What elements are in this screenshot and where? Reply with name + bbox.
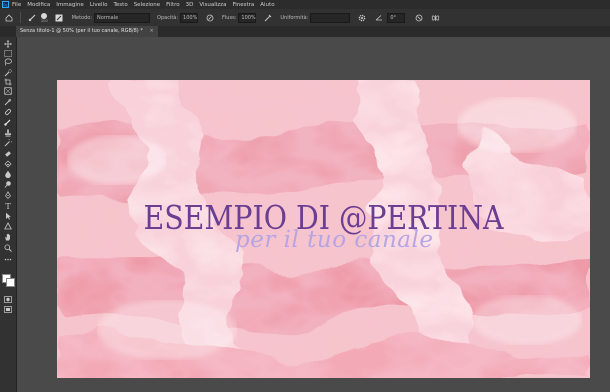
angle-value: 0° [390,14,397,21]
flow-label: Fluss: [222,14,237,21]
marquee-tool-icon[interactable] [3,49,13,57]
smoothing-label: Uniformità: [280,14,309,21]
lasso-tool-icon[interactable] [3,58,13,66]
symmetry-butterfly-icon[interactable] [431,13,440,22]
type-tool-icon[interactable]: T [3,202,13,211]
screen-mode-icon[interactable] [3,305,13,313]
brush-preset-icon[interactable] [28,13,37,22]
eraser-tool-icon[interactable] [3,150,13,158]
menu-modifica[interactable]: Modifica [27,2,50,8]
background-color-swatch[interactable] [6,278,15,287]
document-tab-bar: Senza titolo-1 @ 50% (per il tuo canale,… [0,26,610,37]
opacity-input[interactable]: 100% [180,12,199,23]
brush-settings-panel-icon[interactable] [55,13,64,22]
crop-tool-icon[interactable] [3,78,13,86]
smoothing-input[interactable] [310,12,351,23]
menu-selezione[interactable]: Selezione [134,2,160,8]
brush-angle-icon[interactable] [374,13,383,22]
opacity-value: 100% [183,14,198,21]
brush-tool-icon[interactable] [3,118,13,126]
menu-visualizza[interactable]: Visualizza [199,2,226,8]
airbrush-icon[interactable] [263,13,272,22]
smoothing-settings-gear-icon[interactable] [357,13,366,22]
zoom-tool-icon[interactable] [3,244,13,252]
flow-value: 100% [241,14,256,21]
history-brush-tool-icon[interactable] [3,139,13,147]
eyedropper-tool-icon[interactable] [3,98,13,106]
menu-file[interactable]: File [12,2,21,8]
brush-size-picker[interactable]: 200 [41,12,48,23]
separator [20,12,21,23]
more-tools-icon[interactable] [3,255,13,263]
angle-input[interactable]: 0° [387,12,406,23]
menu-finestra[interactable]: Finestra [232,2,254,8]
menu-testo[interactable]: Testo [113,2,127,8]
menu-3d[interactable]: 3D [186,2,194,8]
menu-livello[interactable]: Livello [90,2,108,8]
move-tool-icon[interactable] [3,40,13,48]
gradient-tool-icon[interactable] [3,160,13,168]
flow-input[interactable]: 100% [238,12,257,23]
tools-panel: T [0,37,17,392]
shape-tool-icon[interactable] [3,222,13,230]
clone-stamp-tool-icon[interactable] [3,129,13,137]
quick-select-tool-icon[interactable] [3,69,13,77]
color-swatches[interactable] [2,274,15,287]
document-tab[interactable]: Senza titolo-1 @ 50% (per il tuo canale,… [16,26,158,37]
mode-select[interactable]: Normale [94,12,151,23]
opacity-label: Opacità: [157,14,179,21]
close-icon[interactable]: × [149,28,153,34]
pressure-opacity-icon[interactable] [205,13,214,22]
blur-tool-icon[interactable] [3,170,13,178]
cover-subtitle-text[interactable]: per il tuo canale [235,229,475,252]
dodge-tool-icon[interactable] [3,180,13,188]
brush-size-value: 200 [41,18,48,23]
photoshop-logo-icon[interactable]: Ps [2,1,9,8]
document-canvas[interactable]: ESEMPIO DI @PERTINA per il tuo canale [57,80,590,378]
options-bar: 200 Metodo: Normale Opacità: 100% Fluss:… [0,9,610,27]
mode-value: Normale [97,14,119,21]
pen-tool-icon[interactable] [3,191,13,199]
quick-mask-icon[interactable] [3,295,13,303]
document-tab-title: Senza titolo-1 @ 50% (per il tuo canale,… [20,28,143,34]
pressure-size-icon[interactable] [414,13,423,22]
frame-tool-icon[interactable] [3,87,13,95]
healing-brush-tool-icon[interactable] [3,108,13,116]
menu-bar: Ps File Modifica Immagine Livello Testo … [0,0,610,9]
hand-tool-icon[interactable] [3,233,13,241]
path-select-tool-icon[interactable] [3,212,13,220]
mode-label: Metodo: [71,14,93,21]
menu-aiuto[interactable]: Aiuto [260,2,274,8]
menu-filtro[interactable]: Filtro [166,2,179,8]
home-icon[interactable] [4,13,13,22]
menu-immagine[interactable]: Immagine [56,2,84,8]
